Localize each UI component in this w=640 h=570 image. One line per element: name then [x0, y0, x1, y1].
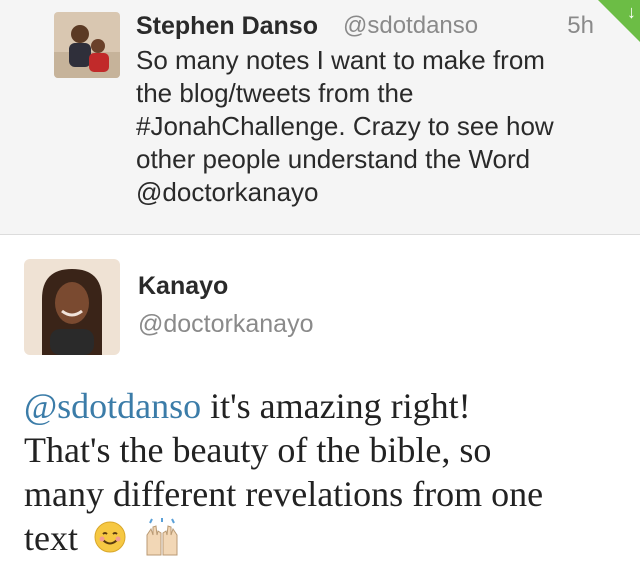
user-photo-icon: [54, 12, 120, 78]
tweet-text-line: other people understand the Word: [136, 144, 531, 174]
tweet-text-segment: it's amazing right!: [201, 386, 471, 426]
tweet-text: So many notes I want to make from the bl…: [136, 44, 616, 209]
smiling-face-emoji: [93, 520, 127, 564]
tweet-text-line: the blog/tweets from the: [136, 78, 414, 108]
avatar[interactable]: [54, 12, 120, 78]
arrow-down-icon: ↓: [627, 2, 636, 22]
mention-link[interactable]: @sdotdanso: [24, 386, 201, 426]
author-handle[interactable]: @doctorkanayo: [138, 306, 313, 342]
tweet-text-line: That's the beauty of the bible, so: [24, 430, 492, 470]
author-name[interactable]: Stephen Danso: [136, 8, 318, 44]
timestamp: 5h: [567, 12, 594, 39]
tweet-text-line: text: [24, 516, 624, 567]
reply-tweet[interactable]: ↓ Stephen Danso @sdotdanso 5h So many no…: [0, 0, 640, 235]
tweet-text-segment: text: [24, 518, 78, 558]
tweet-text-line: @doctorkanayo: [136, 177, 319, 207]
user-photo-icon: [24, 259, 120, 355]
author-name[interactable]: Kanayo: [138, 268, 228, 304]
tweet-header: Stephen Danso @sdotdanso 5h: [136, 8, 606, 44]
author-handle[interactable]: @sdotdanso: [343, 8, 478, 44]
tweet-text-line: @sdotdanso it's amazing right!: [24, 384, 624, 428]
avatar[interactable]: [24, 259, 120, 355]
tweet-text: @sdotdanso it's amazing right! That's th…: [24, 384, 624, 567]
tweet-text-line: #JonahChallenge. Crazy to see how: [136, 111, 554, 141]
tweet-text-line: So many notes I want to make from: [136, 45, 545, 75]
tweet-text-line: many different revelations from one: [24, 474, 544, 514]
raised-hands-emoji: [142, 517, 182, 567]
